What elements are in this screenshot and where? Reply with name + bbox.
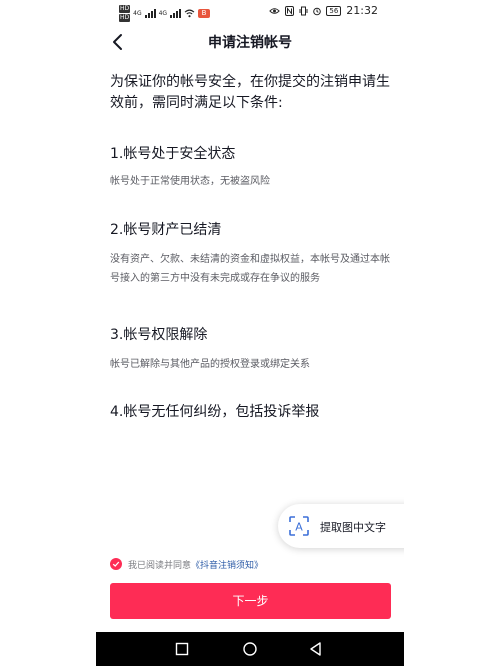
status-left: HD HD 4G 4G B — [119, 5, 211, 22]
signal1-icon — [144, 9, 156, 18]
condition-1-desc: 帐号处于正常使用状态，无被盗风险 — [110, 176, 270, 187]
agreement-row: 我已阅读并同意 《抖音注销须知》 — [110, 556, 263, 572]
vibrate-icon — [299, 6, 308, 15]
agreement-text: 我已阅读并同意 — [128, 560, 192, 571]
recent-apps-icon[interactable] — [174, 641, 190, 657]
eye-icon — [269, 7, 281, 14]
home-icon[interactable] — [242, 641, 258, 657]
system-nav-bar — [96, 632, 404, 666]
sim1-badge: HD — [119, 5, 131, 13]
agreement-link[interactable]: 《抖音注销须知》 — [191, 558, 263, 571]
text-scan-glyph: A — [295, 521, 303, 534]
sim-indicators: HD HD — [119, 5, 131, 22]
agree-checkbox-icon[interactable] — [110, 558, 122, 570]
status-bar: HD HD 4G 4G B 56 21:32 — [96, 0, 404, 24]
wifi-icon — [184, 9, 195, 18]
sig1-label: 4G — [133, 10, 142, 17]
condition-2-heading: 2.帐号财产已结清 — [110, 222, 222, 238]
condition-4-heading: 4.帐号无任何纠纷，包括投诉举报 — [110, 404, 320, 420]
alarm-icon — [313, 7, 322, 15]
page-title: 申请注销帐号 — [208, 35, 292, 51]
status-right: 56 21:32 — [269, 4, 378, 17]
phone-screen: HD HD 4G 4G B 56 21:32 申请注销帐号 为保证你的帐号安全，… — [96, 0, 404, 666]
next-step-button[interactable]: 下一步 — [110, 583, 391, 619]
signal2-icon — [170, 9, 182, 18]
condition-3-desc: 帐号已解除与其他产品的授权登录或绑定关系 — [110, 359, 310, 370]
extract-text-button[interactable]: A 提取图中文字 — [278, 504, 404, 548]
battery-icon: 56 — [326, 5, 342, 16]
sim2-badge: HD — [119, 14, 131, 22]
condition-3-heading: 3.帐号权限解除 — [110, 327, 208, 343]
clock: 21:32 — [346, 4, 378, 17]
app-notification-icon: B — [198, 9, 211, 18]
condition-2-desc: 没有资产、欠款、未结清的资金和虚拟权益，本帐号及通过本帐号接入的第三方中没有未完… — [110, 254, 390, 284]
system-back-icon[interactable] — [308, 641, 324, 657]
extract-text-label: 提取图中文字 — [320, 521, 386, 534]
condition-1-heading: 1.帐号处于安全状态 — [110, 146, 236, 162]
nfc-icon — [285, 5, 295, 16]
nav-bar: 申请注销帐号 — [96, 24, 404, 60]
intro-text: 为保证你的帐号安全，在你提交的注销申请生效前，需同时满足以下条件: — [110, 74, 390, 111]
sig2-label: 4G — [158, 10, 168, 17]
text-scan-icon: A — [289, 516, 309, 536]
